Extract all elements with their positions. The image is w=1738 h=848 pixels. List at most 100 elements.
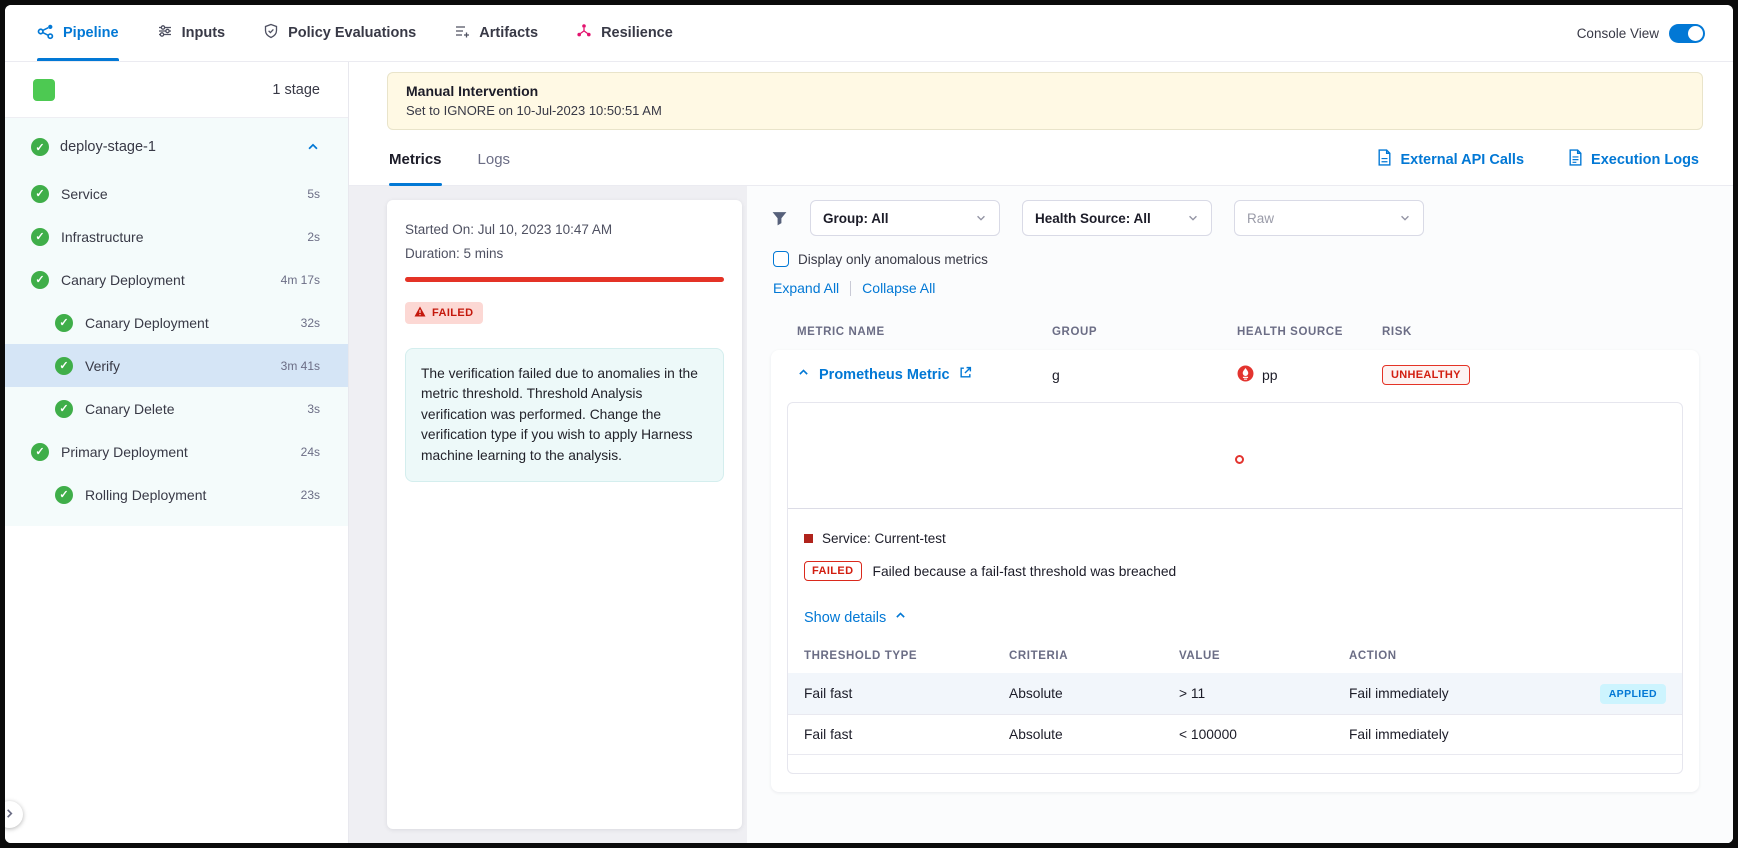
stage-count-label: 1 stage: [272, 82, 320, 98]
stage-status-square-icon: [33, 79, 55, 101]
shield-check-icon: [263, 23, 279, 43]
anomalous-metrics-row: Display only anomalous metrics: [773, 251, 1699, 267]
step-label: Primary Deployment: [61, 444, 188, 460]
raw-filter-select[interactable]: Raw: [1234, 200, 1424, 236]
expand-all-link[interactable]: Expand All: [773, 280, 839, 296]
anomalous-data-point[interactable]: [1235, 455, 1244, 464]
nav-tab-label: Pipeline: [63, 25, 119, 41]
collapse-all-link[interactable]: Collapse All: [862, 280, 935, 296]
sidebar-step-rolling-deployment[interactable]: ✓ Rolling Deployment 23s: [5, 473, 348, 516]
chevron-up-icon[interactable]: [306, 140, 320, 154]
risk-badge-unhealthy: UNHEALTHY: [1382, 365, 1470, 385]
prometheus-icon: [1237, 365, 1254, 385]
main-panel: Manual Intervention Set to IGNORE on 10-…: [349, 62, 1733, 843]
started-on-label: Started On: Jul 10, 2023 10:47 AM: [405, 222, 724, 237]
console-view-toggle[interactable]: [1669, 24, 1705, 43]
stage-header-deploy-stage-1[interactable]: ✓ deploy-stage-1: [5, 118, 348, 172]
column-header: GROUP: [1052, 326, 1237, 338]
success-icon: ✓: [31, 443, 49, 461]
stage-success-icon: ✓: [31, 138, 49, 156]
external-api-calls-link[interactable]: External API Calls: [1377, 149, 1524, 170]
success-icon: ✓: [31, 228, 49, 246]
threshold-details-table: THRESHOLD TYPE CRITERIA VALUE ACTION Fai…: [788, 650, 1682, 755]
nav-tab-artifacts[interactable]: Artifacts: [454, 5, 538, 61]
verification-message: The verification failed due to anomalies…: [405, 348, 724, 482]
nav-tab-policy-evaluations[interactable]: Policy Evaluations: [263, 5, 416, 61]
step-label: Canary Deployment: [85, 315, 209, 331]
link-label: External API Calls: [1400, 152, 1524, 168]
criteria-cell: Absolute: [1009, 727, 1179, 742]
failed-progress-bar: [405, 277, 724, 282]
health-source-name: pp: [1262, 367, 1278, 383]
column-header: [1556, 650, 1666, 662]
failed-status-badge: FAILED: [405, 302, 483, 324]
column-header: HEALTH SOURCE: [1237, 326, 1382, 338]
failed-status-label: FAILED: [432, 307, 474, 319]
step-duration: 3m 41s: [281, 359, 320, 373]
duration-label: Duration: 5 mins: [405, 246, 724, 261]
filter-funnel-icon[interactable]: [771, 210, 788, 227]
chevron-right-icon: [5, 806, 15, 824]
column-header: THRESHOLD TYPE: [804, 650, 1009, 662]
metric-detail-card: Service: Current-test FAILED Failed beca…: [787, 402, 1683, 774]
sidebar-step-canary-delete[interactable]: ✓ Canary Delete 3s: [5, 387, 348, 430]
step-label: Rolling Deployment: [85, 487, 206, 503]
detail-tabbar: Metrics Logs External API Calls Executio…: [349, 134, 1733, 186]
success-icon: ✓: [55, 357, 73, 375]
sidebar-step-canary-deployment[interactable]: ✓ Canary Deployment 32s: [5, 301, 348, 344]
header-links: External API Calls Execution Logs: [1333, 134, 1699, 185]
resilience-chaos-icon: [576, 23, 592, 43]
sidebar-step-service[interactable]: ✓ Service 5s: [5, 172, 348, 215]
step-duration: 3s: [307, 402, 320, 416]
threshold-type-cell: Fail fast: [804, 686, 1009, 701]
tab-label: Metrics: [389, 151, 442, 168]
select-value: Group: All: [823, 211, 889, 226]
sidebar-step-primary-deployment[interactable]: ✓ Primary Deployment 24s: [5, 430, 348, 473]
prometheus-metric-link[interactable]: Prometheus Metric: [819, 367, 950, 383]
sidebar-step-infrastructure[interactable]: ✓ Infrastructure 2s: [5, 215, 348, 258]
anomalous-metrics-checkbox[interactable]: [773, 251, 789, 267]
chart-legend: Service: Current-test: [804, 531, 1666, 546]
sidebar-step-canary-deployment-group[interactable]: ✓ Canary Deployment 4m 17s: [5, 258, 348, 301]
nav-tab-inputs[interactable]: Inputs: [157, 5, 226, 61]
external-link-icon[interactable]: [959, 366, 972, 384]
execution-sidebar: 1 stage ✓ deploy-stage-1 ✓ Service 5s ✓ …: [5, 62, 349, 843]
threshold-type-cell: Fail fast: [804, 727, 1009, 742]
banner-subtitle: Set to IGNORE on 10-Jul-2023 10:50:51 AM: [406, 103, 1684, 118]
artifacts-list-icon: [454, 23, 470, 43]
step-label: Canary Delete: [85, 401, 175, 417]
execution-logs-link[interactable]: Execution Logs: [1568, 149, 1699, 170]
action-cell: Fail immediately: [1349, 686, 1556, 701]
table-row: Fail fast Absolute > 11 Fail immediately…: [788, 673, 1682, 714]
success-icon: ✓: [31, 271, 49, 289]
success-icon: ✓: [31, 185, 49, 203]
show-details-link[interactable]: Show details: [804, 609, 1666, 626]
chevron-down-icon: [1187, 212, 1199, 224]
nav-tab-resilience[interactable]: Resilience: [576, 5, 673, 61]
console-view-label: Console View: [1577, 26, 1659, 41]
failure-reason-row: FAILED Failed because a fail-fast thresh…: [804, 561, 1666, 581]
api-document-icon: [1377, 149, 1392, 170]
app-window: Pipeline Inputs Policy Evaluations Artif…: [5, 5, 1733, 843]
expand-collapse-row: Expand All Collapse All: [773, 280, 1699, 296]
step-label: Service: [61, 186, 108, 202]
stage-group: ✓ deploy-stage-1 ✓ Service 5s ✓ Infrastr…: [5, 118, 348, 526]
tab-label: Logs: [478, 151, 511, 168]
step-duration: 4m 17s: [281, 273, 320, 287]
show-details-label: Show details: [804, 610, 886, 626]
tab-metrics[interactable]: Metrics: [389, 134, 442, 185]
stage-name-label: deploy-stage-1: [60, 139, 156, 155]
inputs-icon: [157, 23, 173, 43]
sidebar-step-verify[interactable]: ✓ Verify 3m 41s: [5, 344, 348, 387]
health-source-filter-select[interactable]: Health Source: All: [1022, 200, 1212, 236]
tab-logs[interactable]: Logs: [478, 134, 511, 185]
threshold-table-header: THRESHOLD TYPE CRITERIA VALUE ACTION: [788, 650, 1682, 673]
metrics-table-header: METRIC NAME GROUP HEALTH SOURCE RISK: [771, 296, 1699, 350]
step-duration: 32s: [301, 316, 320, 330]
metric-row[interactable]: Prometheus Metric g pp UNHEALTHY: [771, 350, 1699, 400]
group-filter-select[interactable]: Group: All: [810, 200, 1000, 236]
nav-tab-pipeline[interactable]: Pipeline: [37, 5, 119, 61]
success-icon: ✓: [55, 314, 73, 332]
chevron-up-icon[interactable]: [797, 366, 810, 384]
logs-document-icon: [1568, 149, 1583, 170]
